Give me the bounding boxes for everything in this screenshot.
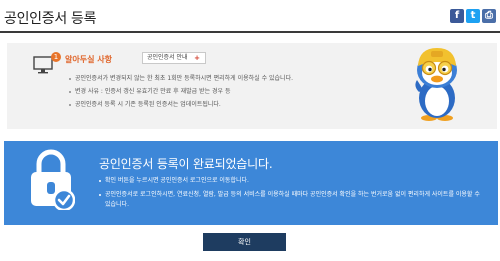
facebook-icon[interactable]: f bbox=[450, 9, 464, 23]
share-toolbar: f t ⎙ bbox=[450, 9, 496, 23]
notice-list: 공인인증서가 변경되지 않는 한 최초 1회만 등록하시면 편리하게 이용하실 … bbox=[69, 72, 293, 111]
notice-badge: 1 bbox=[51, 52, 61, 62]
notice-title: 알아두실 사항 bbox=[65, 55, 112, 64]
certificate-guide-button[interactable]: 공인인증서 안내 + bbox=[142, 52, 206, 64]
guide-button-label: 공인인증서 안내 bbox=[147, 54, 188, 61]
completion-title: 공인인증서 등록이 완료되었습니다. bbox=[99, 157, 273, 171]
lock-check-icon bbox=[31, 149, 75, 210]
page-header: 공인인증서 등록 f t ⎙ bbox=[0, 0, 500, 33]
completion-item: 확인 버튼을 누르시면 공인인증서 로그인으로 이동합니다. bbox=[99, 176, 481, 186]
completion-item: 공인인증서로 로그인하시면, 연료신청, 열람, 발급 등의 서비스를 이용하실… bbox=[99, 190, 481, 210]
twitter-icon[interactable]: t bbox=[466, 9, 480, 23]
notice-item: 변경 사유 : 인증서 갱신 유효기간 만료 후 재발급 받는 경우 등 bbox=[69, 85, 293, 98]
page-title: 공인인증서 등록 bbox=[4, 11, 97, 27]
penguin-mascot-image bbox=[415, 48, 457, 121]
plus-icon: + bbox=[194, 54, 200, 62]
completion-list: 확인 버튼을 누르시면 공인인증서 로그인으로 이동합니다. 공인인증서로 로그… bbox=[99, 176, 481, 210]
notice-item: 공인인증서가 변경되지 않는 한 최초 1회만 등록하시면 편리하게 이용하실 … bbox=[69, 72, 293, 85]
notice-item: 공인인증서 등록 시 기존 등록된 인증서는 업데이트됩니다. bbox=[69, 98, 293, 111]
completion-panel: 공인인증서 등록이 완료되었습니다. 확인 버튼을 누르시면 공인인증서 로그인… bbox=[4, 141, 498, 225]
monitor-icon bbox=[33, 56, 53, 74]
confirm-button[interactable]: 확인 bbox=[203, 233, 286, 251]
print-icon[interactable]: ⎙ bbox=[482, 9, 496, 23]
